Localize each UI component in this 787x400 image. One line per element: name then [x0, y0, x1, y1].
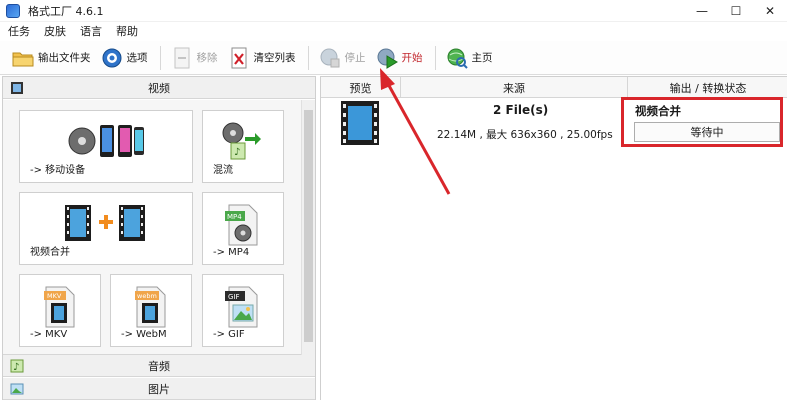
mkv-file-icon: MKV: [20, 285, 100, 329]
audio-category-icon: ♪: [9, 358, 25, 374]
video-preview-icon: [339, 101, 381, 148]
tile-mp4[interactable]: MP4 -> MP4: [202, 192, 284, 265]
remove-button[interactable]: 移除: [167, 44, 222, 72]
webm-badge-text: webm: [137, 292, 157, 300]
category-image-label: 图片: [148, 382, 170, 396]
clear-list-icon: [228, 47, 250, 69]
toolbar-divider: [434, 45, 436, 70]
mkv-badge-text: MKV: [47, 292, 62, 300]
scrollbar-thumb[interactable]: [304, 110, 313, 342]
menu-task[interactable]: 任务: [8, 23, 30, 39]
stop-icon: [319, 47, 341, 69]
toolbar: 输出文件夹 选项 移除 清空列表 停止 开始 主页: [0, 41, 787, 75]
task-file-info: 22.14M , 最大 636x360 , 25.00fps: [437, 129, 613, 141]
toolbar-divider: [307, 45, 309, 70]
category-audio[interactable]: ♪ 音频: [3, 355, 315, 377]
svg-text:♪: ♪: [13, 362, 19, 373]
menu-bar: 任务 皮肤 语言 帮助: [0, 22, 787, 40]
options-gear-icon: [101, 47, 123, 69]
clear-list-button[interactable]: 清空列表: [224, 44, 300, 72]
category-video[interactable]: 视频: [3, 77, 315, 99]
image-category-icon: [9, 381, 25, 397]
options-button[interactable]: 选项: [97, 44, 152, 72]
output-folder-label: 输出文件夹: [38, 52, 91, 64]
tile-webm-label: -> WebM: [121, 329, 167, 340]
remove-icon: [171, 47, 193, 69]
task-list-header: 预览 来源 输出 / 转换状态: [321, 77, 787, 98]
video-merge-icon: [20, 203, 192, 243]
close-button[interactable]: ✕: [753, 0, 787, 22]
tile-mobile-device[interactable]: -> 移动设备: [19, 110, 193, 183]
tile-gif-label: -> GIF: [213, 329, 245, 340]
remove-label: 移除: [196, 52, 218, 64]
tile-video-merge-label: 视频合并: [30, 247, 70, 258]
gif-file-icon: GIF: [203, 285, 283, 329]
tile-mux[interactable]: ♪ 混流: [202, 110, 284, 183]
function-panel: 视频 -> 移动设备 ♪ 混流 视频合并 MP4 -> MP4 MKV -> M…: [2, 76, 316, 400]
tile-mkv[interactable]: MKV -> MKV: [19, 274, 101, 347]
category-image[interactable]: 图片: [3, 378, 315, 400]
mp4-badge-text: MP4: [227, 213, 242, 221]
task-file-count: 2 File(s): [493, 103, 549, 117]
tile-gif[interactable]: GIF -> GIF: [202, 274, 284, 347]
maximize-button[interactable]: ☐: [719, 0, 753, 22]
app-logo-icon: [6, 3, 20, 18]
start-label: 开始: [401, 52, 423, 64]
category-video-label: 视频: [148, 81, 170, 95]
task-status-field: 等待中: [634, 122, 780, 142]
video-tiles: -> 移动设备 ♪ 混流 视频合并 MP4 -> MP4 MKV -> MKV …: [3, 100, 315, 355]
home-button[interactable]: 主页: [442, 44, 497, 72]
mux-icon: ♪: [203, 121, 283, 163]
column-preview[interactable]: 预览: [321, 77, 401, 98]
mobile-device-icon: [20, 121, 192, 163]
folder-icon: [12, 47, 34, 69]
stop-label: 停止: [344, 52, 366, 64]
tile-mobile-device-label: -> 移动设备: [30, 165, 86, 176]
mp4-file-icon: MP4: [203, 203, 283, 247]
toolbar-divider: [159, 45, 161, 70]
status-highlight-box: 视频合并 等待中: [621, 97, 783, 147]
options-label: 选项: [126, 52, 148, 64]
title-bar: 格式工厂 4.6.1 — ☐ ✕: [0, 0, 787, 22]
column-output-status[interactable]: 输出 / 转换状态: [628, 77, 787, 98]
menu-help[interactable]: 帮助: [116, 23, 138, 39]
window-title: 格式工厂 4.6.1: [28, 4, 104, 18]
home-label: 主页: [471, 52, 493, 64]
start-icon: [376, 47, 398, 69]
menu-skin[interactable]: 皮肤: [44, 23, 66, 39]
clear-list-label: 清空列表: [253, 52, 296, 64]
tile-webm[interactable]: webm -> WebM: [110, 274, 192, 347]
task-list: 预览 来源 输出 / 转换状态 2 File(s) 22.14M , 最大 63…: [320, 76, 787, 400]
tile-video-merge[interactable]: 视频合并: [19, 192, 193, 265]
home-globe-icon: [446, 47, 468, 69]
tiles-scrollbar[interactable]: [301, 100, 315, 355]
webm-file-icon: webm: [111, 285, 191, 329]
tile-mkv-label: -> MKV: [30, 329, 68, 340]
minimize-button[interactable]: —: [685, 0, 719, 22]
task-type-label: 视频合并: [635, 104, 681, 118]
video-category-icon: [9, 80, 25, 96]
window-controls: — ☐ ✕: [685, 0, 787, 22]
svg-text:♪: ♪: [234, 147, 240, 158]
column-source[interactable]: 来源: [401, 77, 628, 98]
stop-button[interactable]: 停止: [315, 44, 370, 72]
start-button[interactable]: 开始: [372, 44, 427, 72]
output-folder-button[interactable]: 输出文件夹: [8, 44, 95, 72]
category-audio-label: 音频: [148, 359, 170, 373]
tile-mp4-label: -> MP4: [213, 247, 250, 258]
tile-mux-label: 混流: [213, 165, 233, 176]
gif-badge-text: GIF: [228, 293, 240, 301]
task-row[interactable]: 2 File(s) 22.14M , 最大 636x360 , 25.00fps…: [321, 97, 787, 157]
menu-language[interactable]: 语言: [80, 23, 102, 39]
